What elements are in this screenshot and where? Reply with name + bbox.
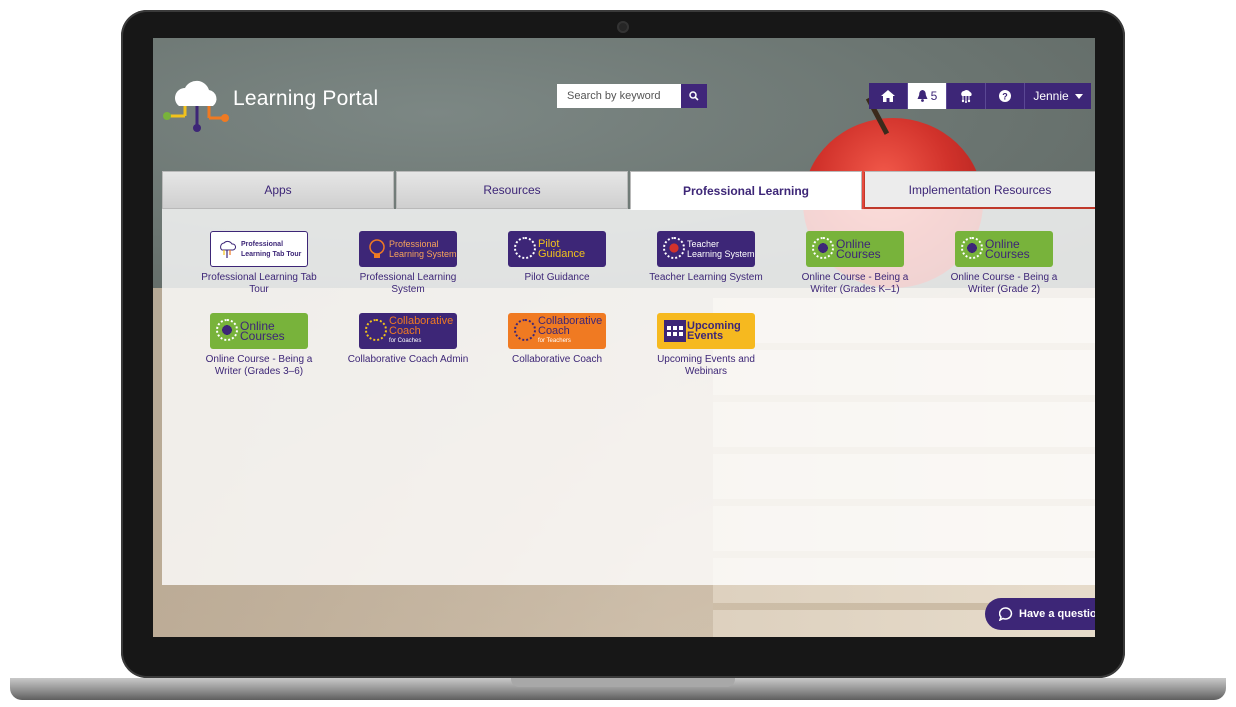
home-button[interactable] [869,83,908,109]
search-button[interactable] [681,84,707,108]
tile-icon-text: Courses [985,247,1030,261]
help-chat-label: Have a questio [1019,608,1095,620]
upcoming-events-icon[interactable]: Upcoming Events [657,313,755,349]
notifications-count: 5 [930,89,938,103]
calendar-icon [664,320,686,342]
tab-resources[interactable]: Resources [396,171,628,209]
user-menu-button[interactable]: Jennie [1025,83,1091,109]
search-icon [689,91,699,101]
tile-icon-text: Coach [538,325,570,337]
tile-label[interactable]: Pilot Guidance [489,272,625,284]
tile-icon-text: Courses [240,329,285,343]
online-courses-icon[interactable]: Online Courses [806,231,904,267]
tile-icon-text: Coach [389,325,421,337]
tile-icon-text: for Coaches [389,338,422,344]
graduation-cap-icon [216,319,238,341]
tiles-panel: Professional Learning Tab Tour Professio… [162,209,1095,585]
screen: Learning Portal 5 [153,38,1095,637]
tile-icon-text: Professional [389,239,439,249]
professional-learning-tab-tour-icon[interactable]: Professional Learning Tab Tour [210,231,308,267]
home-icon [881,90,895,102]
tile-online-course-grades-k-1[interactable]: Online Courses Online Course - Being a W… [787,231,923,296]
help-button[interactable]: ? [986,83,1025,109]
tab-bar: Apps Resources Professional Learning Imp… [162,171,1095,210]
lightbulb-icon [369,239,385,258]
tile-icon-text: Events [687,330,724,342]
user-name: Jennie [1033,89,1069,103]
tile-upcoming-events-and-webinars[interactable]: Upcoming Events Upcoming Events and Webi… [638,313,774,378]
tile-icon-text: Learning System [687,249,755,259]
top-nav: 5 ? Jennie [869,83,1091,109]
tile-label[interactable]: Professional Learning Tab Tour [191,272,327,296]
coach-icon [365,319,387,341]
collaborative-coach-icon[interactable]: Collaborative Coach for Teachers [508,313,606,349]
tile-collaborative-coach-admin[interactable]: Collaborative Coach for Coaches Collabor… [340,313,476,366]
tab-professional-learning[interactable]: Professional Learning [630,171,862,210]
tile-icon-text: Courses [836,247,881,261]
online-courses-icon[interactable]: Online Courses [955,231,1053,267]
compass-icon [514,237,536,259]
bell-icon [917,90,928,102]
tile-professional-learning-tab-tour[interactable]: Professional Learning Tab Tour Professio… [191,231,327,296]
teacher-learning-system-icon[interactable]: Teacher Learning System [657,231,755,267]
tile-teacher-learning-system[interactable]: Teacher Learning System Teacher Learning… [638,231,774,284]
tile-icon-text: Learning Tab Tour [241,251,302,258]
svg-text:?: ? [1002,92,1008,102]
tile-label[interactable]: Upcoming Events and Webinars [638,354,774,378]
tile-label[interactable]: Online Course - Being a Writer (Grade 2) [936,272,1072,296]
tile-professional-learning-system[interactable]: Professional Learning System Professiona… [340,231,476,296]
collaborative-coach-icon[interactable]: Collaborative Coach for Coaches [359,313,457,349]
portal-logo-icon [220,240,237,258]
tile-icon-text: Professional [241,241,284,248]
tile-label[interactable]: Online Course - Being a Writer (Grades 3… [191,354,327,378]
graduation-cap-icon [961,237,983,259]
tile-icon-text: Teacher [687,239,720,249]
app-title[interactable]: Learning Portal [233,87,378,111]
tile-icon-text: Pilot Guidance [538,238,586,260]
tile-online-course-grade-2[interactable]: Online Courses Online Course - Being a W… [936,231,1072,296]
tile-label[interactable]: Collaborative Coach Admin [340,354,476,366]
tile-collaborative-coach[interactable]: Collaborative Coach for Teachers Collabo… [489,313,625,366]
tile-label[interactable]: Collaborative Coach [489,354,625,366]
tab-implementation-resources[interactable]: Implementation Resources [864,171,1095,209]
graduation-cap-icon [812,237,834,259]
learning-portal-logo [163,80,229,132]
cloud-network-icon [961,89,972,103]
tile-icon-text: for Teachers [538,338,571,344]
tab-apps[interactable]: Apps [162,171,394,209]
caret-down-icon [1074,93,1083,99]
chat-bubble-icon [999,607,1013,621]
tile-pilot-guidance[interactable]: Pilot Guidance Pilot Guidance [489,231,625,284]
coach-icon [514,319,536,341]
online-courses-icon[interactable]: Online Courses [210,313,308,349]
tile-icon-text: Learning System [389,249,457,259]
tile-label[interactable]: Teacher Learning System [638,272,774,284]
laptop-notch [511,678,735,687]
help-chat-button[interactable]: Have a questio [985,598,1095,630]
professional-learning-system-icon[interactable]: Professional Learning System [359,231,457,267]
tile-label[interactable]: Online Course - Being a Writer (Grades K… [787,272,923,296]
pilot-guidance-icon[interactable]: Pilot Guidance [508,231,606,267]
tile-label[interactable]: Professional Learning System [340,272,476,296]
search-input[interactable] [557,84,691,108]
question-icon: ? [999,90,1011,102]
apple-icon [663,237,685,259]
notifications-button[interactable]: 5 [908,83,947,109]
cloud-network-button[interactable] [947,83,986,109]
tile-online-course-grades-3-6[interactable]: Online Courses Online Course - Being a W… [191,313,327,378]
webcam [617,21,629,33]
